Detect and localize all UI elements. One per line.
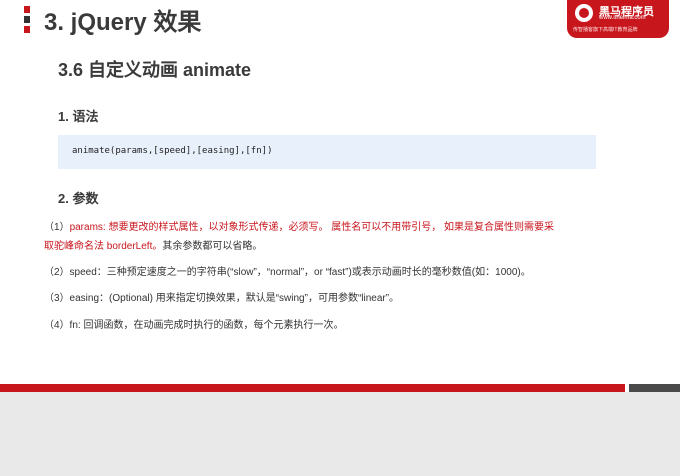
footer-dark-bar (629, 384, 680, 392)
horse-logo-icon (575, 4, 593, 22)
param-prefix: （1） (44, 222, 70, 233)
slide: 3. jQuery 效果 黑马程序员 www.itheima.com 传智播客旗… (0, 0, 680, 390)
param-params-red-cont: 取驼峰命名法 borderLeft。 (44, 241, 163, 252)
brand-logo: 黑马程序员 www.itheima.com 传智播客旗下高端IT教育品牌 (567, 0, 669, 38)
title-accent-bar (24, 6, 32, 34)
param-item-speed: （2）speed：三种预定速度之一的字符串(“slow”，“normal”，or… (44, 267, 531, 278)
code-block: animate(params,[speed],[easing],[fn]) (58, 135, 596, 169)
logo-url: www.itheima.com (599, 15, 646, 21)
footer-red-bar (0, 384, 625, 392)
bottom-blank-area (0, 392, 680, 476)
param-item-params-cont: 取驼峰命名法 borderLeft。其余参数都可以省略。 (44, 237, 262, 257)
page-title: 3. jQuery 效果 (44, 9, 202, 36)
param-item-easing: （3）easing：(Optional) 用来指定切换效果，默认是“swing”… (44, 293, 400, 304)
section-title: 3.6 自定义动画 animate (58, 60, 252, 80)
logo-slogan: 传智播客旗下高端IT教育品牌 (573, 27, 638, 33)
param-item-params: （1）params: 想要更改的样式属性，以对象形式传递，必须写。 属性名可以不… (44, 218, 554, 238)
params-heading: 2. 参数 (58, 191, 99, 206)
syntax-heading: 1. 语法 (58, 109, 99, 124)
param-item-fn: （4）fn: 回调函数，在动画完成时执行的函数，每个元素执行一次。 (44, 320, 344, 331)
param-params-red: params: 想要更改的样式属性，以对象形式传递，必须写。 属性名可以不用带引… (69, 222, 555, 233)
syntax-code: animate(params,[speed],[easing],[fn]) (72, 146, 273, 156)
param-params-rest: 其余参数都可以省略。 (162, 241, 263, 252)
